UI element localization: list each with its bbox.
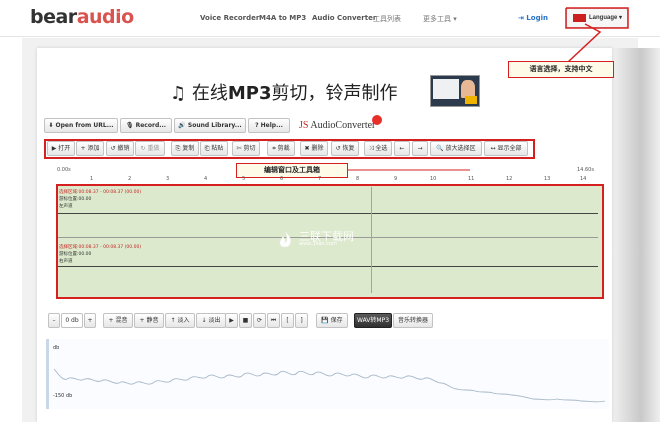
toolbar-paste-button[interactable]: ⎗ 粘贴: [200, 141, 228, 156]
ruler-label: 2: [128, 176, 132, 182]
ruler-label: 0.00s: [57, 167, 71, 173]
toolbar-undo-button[interactable]: ↺ 撤销: [106, 141, 134, 156]
thumbnail-slide: [433, 79, 459, 99]
language-callout: 语言选择，支持中文: [508, 61, 614, 78]
gain-value-field[interactable]: 0 db: [61, 313, 83, 328]
help-button[interactable]: ? Help...: [248, 118, 290, 133]
gain-increase-button[interactable]: +: [84, 313, 96, 328]
spectrum-top-label: db: [53, 345, 60, 351]
ruler-label: 14: [580, 176, 587, 182]
mark-in-button[interactable]: [: [281, 313, 294, 328]
toolbar-delete-button[interactable]: ✖ 删除: [300, 141, 328, 156]
record-button[interactable]: 🎙 Record...: [120, 118, 172, 133]
toolbar-restore-button[interactable]: ↺ 恢复: [331, 141, 359, 156]
ruler-label: 5: [242, 176, 246, 182]
video-thumbnail[interactable]: [430, 75, 480, 107]
rewind-button[interactable]: ⏮: [267, 313, 280, 328]
music-converter-button[interactable]: 音乐转换器: [393, 313, 433, 328]
toolbar-add-button[interactable]: + 添加: [76, 141, 104, 156]
track1-channel-label: 左声道: [59, 204, 73, 209]
ruler-label: 10: [430, 176, 437, 182]
mix-button[interactable]: + 混音: [103, 313, 133, 328]
gain-decrease-button[interactable]: –: [48, 313, 60, 328]
ruler-label: 3: [166, 176, 170, 182]
ruler-label: 4: [204, 176, 208, 182]
ruler-label: 14.60s: [577, 167, 594, 173]
toolbar-cut-button[interactable]: ✄ 剪切: [232, 141, 260, 156]
toolbar-copy-button[interactable]: ⎘ 复制: [171, 141, 199, 156]
fade-out-button[interactable]: ↓ 淡出: [196, 313, 226, 328]
toolbar-redo-button[interactable]: ↻ 重做: [135, 141, 165, 156]
track2-cursor-label: 游标位置:00.00: [59, 252, 92, 257]
toolbar-trim-button[interactable]: ⌗ 剪裁: [267, 141, 295, 156]
toolbar-zoom-selection-button[interactable]: 🔍 放大选择区: [430, 141, 482, 156]
ruler-label: 13: [544, 176, 551, 182]
ruler-label: 11: [468, 176, 475, 182]
mark-out-button[interactable]: ]: [295, 313, 308, 328]
save-button[interactable]: 💾 保存: [316, 313, 348, 328]
fade-in-button[interactable]: ↑ 淡入: [165, 313, 195, 328]
track1-cursor-label: 游标位置:00.00: [59, 197, 92, 202]
stop-button[interactable]: ■: [239, 313, 252, 328]
music-note-icon: ♫: [170, 83, 187, 104]
toolbar-select-all-button[interactable]: ⤨ 全选: [364, 141, 392, 156]
toolbar-left-button[interactable]: ←: [394, 141, 410, 156]
spectrum-curve: [53, 368, 606, 403]
playhead-cursor[interactable]: [371, 187, 372, 293]
ruler-label: 7: [318, 176, 322, 182]
play-button[interactable]: ▶: [225, 313, 238, 328]
loop-button[interactable]: ⟳: [253, 313, 266, 328]
right-channel-baseline: [58, 266, 598, 267]
track1-selection-label: 选择区域:00:08.37 - 00:08.37 (00.00): [59, 190, 142, 195]
ruler-label: 12: [506, 176, 513, 182]
open-from-url-button[interactable]: ⬇ Open from URL...: [44, 118, 118, 133]
mute-button[interactable]: + 静音: [134, 313, 164, 328]
sound-library-button[interactable]: 🔊 Sound Library...: [174, 118, 246, 133]
page-title: ♫ 在线MP3剪切，铃声制作: [170, 83, 398, 104]
left-channel-baseline: [58, 213, 598, 214]
ruler-label: 8: [356, 176, 360, 182]
spectrum-bottom-label: -150 db: [53, 393, 73, 399]
ruler-label: 9: [394, 176, 398, 182]
toolbar-right-button[interactable]: →: [412, 141, 428, 156]
wav-to-mp3-button[interactable]: WAV转MP3: [354, 313, 392, 328]
toolbar-show-all-button[interactable]: ↔ 显示全部: [484, 141, 528, 156]
toolbar-open-button[interactable]: ▶ 打开: [47, 141, 75, 156]
thumbnail-badge: [465, 96, 477, 104]
js-audio-converter-logo[interactable]: JS AudioConverter: [299, 120, 375, 131]
watermark-url: www.3lian.com: [299, 241, 337, 247]
flame-logo-icon: [279, 230, 291, 248]
ruler-label: 1: [90, 176, 94, 182]
new-badge-icon: [372, 115, 382, 125]
track2-selection-label: 选择区域:00:08.37 - 00:08.37 (00.00): [59, 245, 142, 250]
track2-channel-label: 右声道: [59, 259, 73, 264]
ruler-label: 6: [280, 176, 284, 182]
